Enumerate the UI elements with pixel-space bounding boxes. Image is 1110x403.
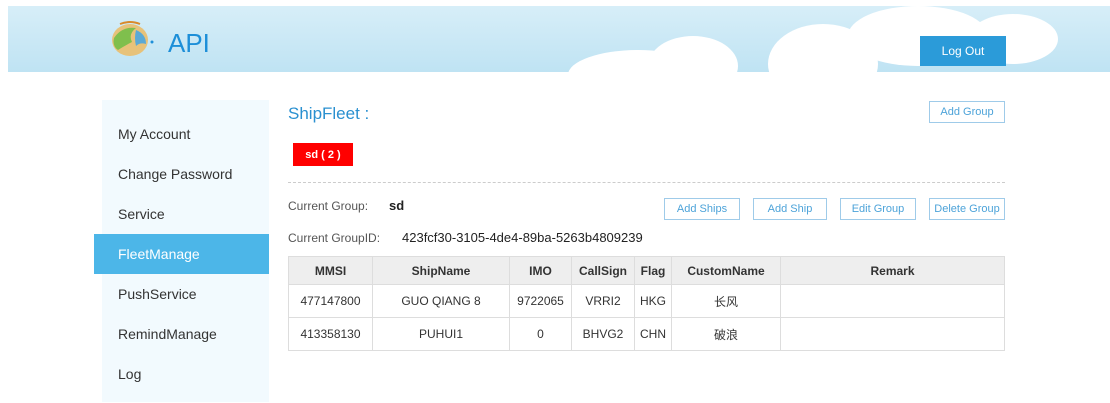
- cell-customname: 破浪: [671, 317, 781, 351]
- brand-title: API: [168, 28, 210, 58]
- sidebar-item-my-account[interactable]: My Account: [102, 114, 269, 154]
- column-header-imo: IMO: [509, 256, 572, 285]
- cloud-decoration: [648, 36, 738, 72]
- sidebar-item-fleetmanage[interactable]: FleetManage: [94, 234, 269, 274]
- column-header-mmsi: MMSI: [288, 256, 373, 285]
- page-title: ShipFleet :: [288, 104, 370, 123]
- table-row[interactable]: 477147800 GUO QIANG 8 9722065 VRRI2 HKG …: [288, 284, 1005, 318]
- cell-customname: 长风: [671, 284, 781, 318]
- cell-shipname: PUHUI1: [372, 317, 510, 351]
- group-tag-sd[interactable]: sd ( 2 ): [293, 143, 353, 166]
- sidebar-item-pushservice[interactable]: PushService: [102, 274, 269, 314]
- table-row[interactable]: 413358130 PUHUI1 0 BHVG2 CHN 破浪: [288, 317, 1005, 351]
- sidebar-item-remindmanage[interactable]: RemindManage: [102, 314, 269, 354]
- column-header-flag: Flag: [634, 256, 672, 285]
- globe-logo-icon: [112, 21, 154, 56]
- current-group-label: Current Group:: [288, 199, 369, 213]
- sidebar-item-log[interactable]: Log: [102, 354, 269, 394]
- cell-callsign: VRRI2: [571, 284, 635, 318]
- current-group-value: sd: [389, 198, 405, 213]
- cell-flag: CHN: [634, 317, 672, 351]
- cell-flag: HKG: [634, 284, 672, 318]
- column-header-remark: Remark: [780, 256, 1005, 285]
- column-header-shipname: ShipName: [372, 256, 510, 285]
- column-header-callsign: CallSign: [571, 256, 635, 285]
- cell-callsign: BHVG2: [571, 317, 635, 351]
- cell-imo: 9722065: [509, 284, 572, 318]
- cell-imo: 0: [509, 317, 572, 351]
- add-ships-button[interactable]: Add Ships: [664, 198, 740, 220]
- logout-button[interactable]: Log Out: [920, 36, 1006, 66]
- current-groupid-value: 423fcf30-3105-4de4-89ba-5263b4809239: [402, 230, 643, 245]
- cell-mmsi: 477147800: [288, 284, 373, 318]
- current-groupid-label: Current GroupID:: [288, 231, 381, 245]
- sidebar-item-change-password[interactable]: Change Password: [102, 154, 269, 194]
- add-group-button[interactable]: Add Group: [929, 101, 1005, 123]
- header-banner: API Log Out: [8, 6, 1110, 72]
- add-ship-button[interactable]: Add Ship: [753, 198, 827, 220]
- column-header-customname: CustomName: [671, 256, 781, 285]
- ships-table: MMSI ShipName IMO CallSign Flag CustomNa…: [288, 256, 1005, 351]
- cell-remark: [780, 284, 1005, 318]
- sidebar-item-service[interactable]: Service: [102, 194, 269, 234]
- section-divider: [288, 182, 1005, 183]
- delete-group-button[interactable]: Delete Group: [929, 198, 1005, 220]
- table-header-row: MMSI ShipName IMO CallSign Flag CustomNa…: [288, 256, 1005, 285]
- sidebar: My Account Change Password Service Fleet…: [94, 100, 269, 402]
- cell-remark: [780, 317, 1005, 351]
- cell-shipname: GUO QIANG 8: [372, 284, 510, 318]
- cell-mmsi: 413358130: [288, 317, 373, 351]
- edit-group-button[interactable]: Edit Group: [840, 198, 916, 220]
